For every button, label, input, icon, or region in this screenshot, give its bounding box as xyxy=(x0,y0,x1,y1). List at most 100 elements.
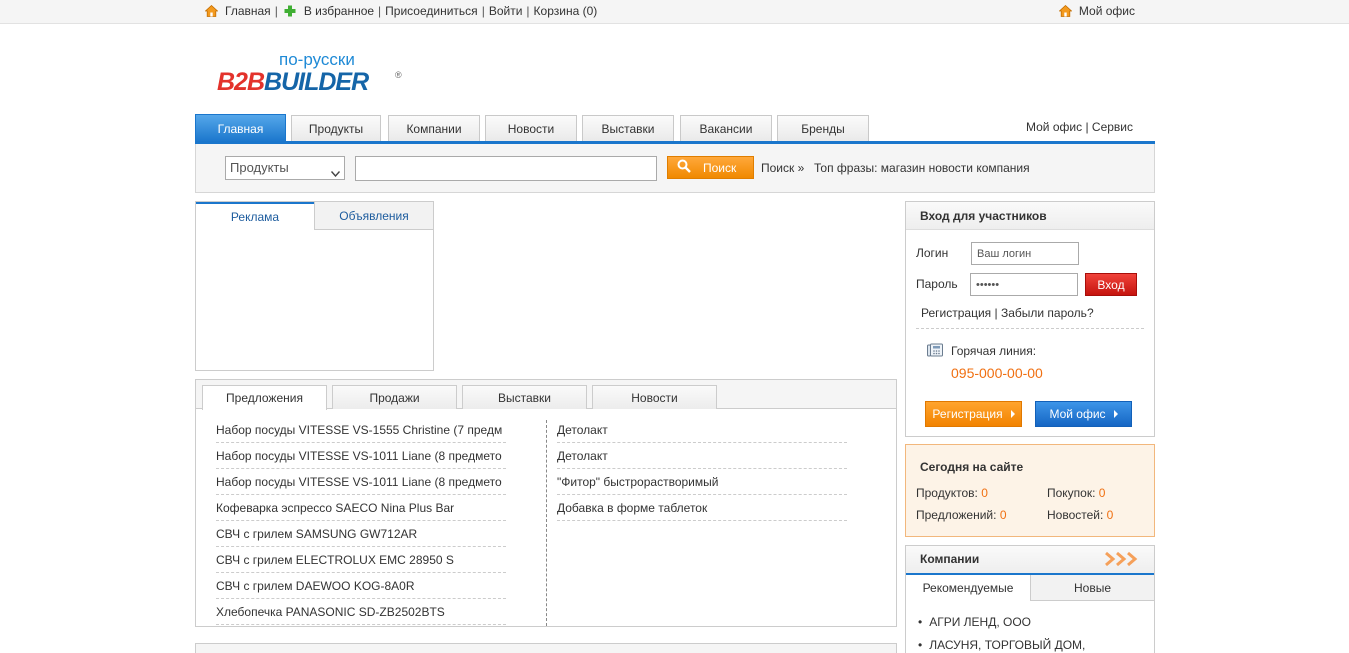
list-item[interactable]: Добавка в форме таблеток xyxy=(557,495,847,521)
nav-my-office-link[interactable]: Мой офис xyxy=(1026,120,1082,134)
top-phrase-link[interactable]: компания xyxy=(976,161,1029,175)
logo-wordmark: B2BBUILDER xyxy=(217,68,369,97)
separator: | xyxy=(994,306,998,320)
ad-box: Реклама Объявления xyxy=(195,201,434,371)
login-link[interactable]: Войти xyxy=(489,4,523,18)
my-office-link[interactable]: Мой офис xyxy=(1079,4,1135,18)
login-submit-button[interactable]: Вход xyxy=(1085,273,1137,296)
tab-exhibitions[interactable]: Выставки xyxy=(582,115,674,142)
tab-companies[interactable]: Компании xyxy=(388,115,480,142)
chevron-down-icon xyxy=(330,165,341,178)
my-office-button[interactable]: Мой офис xyxy=(1035,401,1132,427)
top-phrases-label: Топ фразы: xyxy=(814,161,878,175)
search-bar: Продукты Поиск Поиск » Топ фразы: магази… xyxy=(195,144,1155,193)
list-item[interactable]: Набор посуды VITESSE VS-1555 Christine (… xyxy=(216,417,506,443)
list-item[interactable]: СВЧ с грилем DAEWOO KOG-8A0R xyxy=(216,573,506,599)
today-title: Сегодня на сайте xyxy=(920,460,1024,474)
top-phrase-link[interactable]: новости xyxy=(929,161,973,175)
list-item[interactable]: Хлебопечка PANASONIC SD-ZB2502BTS xyxy=(216,599,506,625)
forgot-password-link[interactable]: Забыли пароль? xyxy=(1001,306,1094,320)
tab-new[interactable]: Новые xyxy=(1030,575,1154,601)
offers-box: Предложения Продажи Выставки Новости Наб… xyxy=(195,379,897,627)
offers-tabs: Предложения Продажи Выставки Новости xyxy=(196,380,896,410)
list-item[interactable]: Детолакт xyxy=(557,443,847,469)
top-bar-left: Главная | В избранное | Присоединиться |… xyxy=(205,4,597,18)
logo-b2b: B2B xyxy=(217,68,265,96)
register-link[interactable]: Регистрация xyxy=(921,306,991,320)
stat-purchases: Покупок: 0 xyxy=(1047,486,1105,500)
top-home-link[interactable]: Главная xyxy=(225,4,271,18)
stat-label: Предложений: xyxy=(916,508,997,522)
hotline-label: Горячая линия: xyxy=(951,344,1037,358)
register-button[interactable]: Регистрация xyxy=(925,401,1022,427)
login-box-title: Вход для участников xyxy=(906,202,1154,230)
password-input[interactable]: •••••• xyxy=(970,273,1078,296)
list-item[interactable]: Набор посуды VITESSE VS-1011 Liane (8 пр… xyxy=(216,443,506,469)
add-to-favorites-link[interactable]: В избранное xyxy=(304,4,374,18)
list-item[interactable]: ЛАСУНЯ, ТОРГОВЫЙ ДОМ, xyxy=(918,638,1148,653)
tab-vacancies[interactable]: Вакансии xyxy=(680,115,772,142)
search-input[interactable] xyxy=(355,156,657,181)
search-button-label: Поиск xyxy=(703,160,737,175)
search-category-value: Продукты xyxy=(230,160,289,175)
list-item[interactable]: АГРИ ЛЕНД, ООО xyxy=(918,615,1148,638)
search-button[interactable]: Поиск xyxy=(667,156,754,179)
list-item[interactable]: Кофеварка эспрессо SAECO Nina Plus Bar xyxy=(216,495,506,521)
nav-service-link[interactable]: Сервис xyxy=(1092,120,1133,134)
list-item[interactable]: "Фитор" быстрорастворимый xyxy=(557,469,847,495)
column-divider xyxy=(546,420,547,626)
phone-icon xyxy=(927,343,943,357)
nav-right-links: Мой офис | Сервис xyxy=(1026,120,1133,134)
advanced-search-link[interactable]: Поиск » xyxy=(761,161,804,175)
tab-offer-news[interactable]: Новости xyxy=(592,385,717,409)
separator: | xyxy=(481,4,485,18)
stat-offers: Предложений: 0 xyxy=(916,508,1007,522)
main-nav: Главная Продукты Компании Новости Выстав… xyxy=(195,114,1155,142)
tab-home[interactable]: Главная xyxy=(195,114,286,142)
offers-list-left: Набор посуды VITESSE VS-1555 Christine (… xyxy=(216,417,506,625)
tab-advertising[interactable]: Реклама xyxy=(196,202,314,230)
companies-list: АГРИ ЛЕНД, ООО ЛАСУНЯ, ТОРГОВЫЙ ДОМ, xyxy=(918,615,1148,653)
logo-registered-mark: ® xyxy=(395,70,402,80)
tab-announcements[interactable]: Объявления xyxy=(314,202,433,230)
top-phrases: Топ фразы: магазин новости компания xyxy=(814,161,1030,175)
tab-brands[interactable]: Бренды xyxy=(777,115,869,142)
search-category-select[interactable]: Продукты xyxy=(225,156,345,180)
logo-subtitle: по-русски xyxy=(279,50,355,69)
separator: | xyxy=(526,4,530,18)
divider xyxy=(916,328,1144,329)
arrow-right-icon xyxy=(1010,410,1015,418)
triple-chevron-icon[interactable] xyxy=(1104,551,1144,567)
my-office-button-label: Мой офис xyxy=(1049,407,1106,421)
register-button-label: Регистрация xyxy=(932,407,1003,421)
stat-value: 0 xyxy=(1106,508,1114,522)
password-label: Пароль xyxy=(916,277,958,291)
stat-value: 0 xyxy=(981,486,988,500)
join-link[interactable]: Присоединиться xyxy=(385,4,478,18)
top-bar-inner: Главная | В избранное | Присоединиться |… xyxy=(205,4,1135,20)
list-item[interactable]: СВЧ с грилем ELECTROLUX EMC 28950 S xyxy=(216,547,506,573)
login-label: Логин xyxy=(916,246,949,260)
tab-offers[interactable]: Предложения xyxy=(202,385,327,410)
companies-box: Компании Рекомендуемые Новые АГРИ ЛЕНД, … xyxy=(905,545,1155,653)
search-icon xyxy=(677,159,691,176)
login-input[interactable]: Ваш логин xyxy=(971,242,1079,265)
hotline-number: 095-000-00-00 xyxy=(951,365,1043,381)
tab-recommended[interactable]: Рекомендуемые xyxy=(906,575,1030,601)
site-logo[interactable]: по-русски B2BBUILDER ® xyxy=(217,50,407,98)
list-item[interactable]: СВЧ с грилем SAMSUNG GW712AR xyxy=(216,521,506,547)
stat-value: 0 xyxy=(999,508,1007,522)
tab-offer-exhibitions[interactable]: Выставки xyxy=(462,385,587,409)
cart-link[interactable]: Корзина (0) xyxy=(534,4,598,18)
login-links: Регистрация | Забыли пароль? xyxy=(921,306,1094,320)
tab-sales[interactable]: Продажи xyxy=(332,385,457,409)
top-phrase-link[interactable]: магазин xyxy=(881,161,925,175)
today-on-site-box: Сегодня на сайте Продуктов: 0 Покупок: 0… xyxy=(905,444,1155,537)
stat-news: Новостей: 0 xyxy=(1047,508,1113,522)
list-item[interactable]: Детолакт xyxy=(557,417,847,443)
tab-news[interactable]: Новости xyxy=(485,115,577,142)
list-item[interactable]: Набор посуды VITESSE VS-1011 Liane (8 пр… xyxy=(216,469,506,495)
tab-products[interactable]: Продукты xyxy=(291,115,381,142)
separator: | xyxy=(274,4,278,18)
offers-list-right: Детолакт Детолакт "Фитор" быстрораствори… xyxy=(557,417,847,521)
